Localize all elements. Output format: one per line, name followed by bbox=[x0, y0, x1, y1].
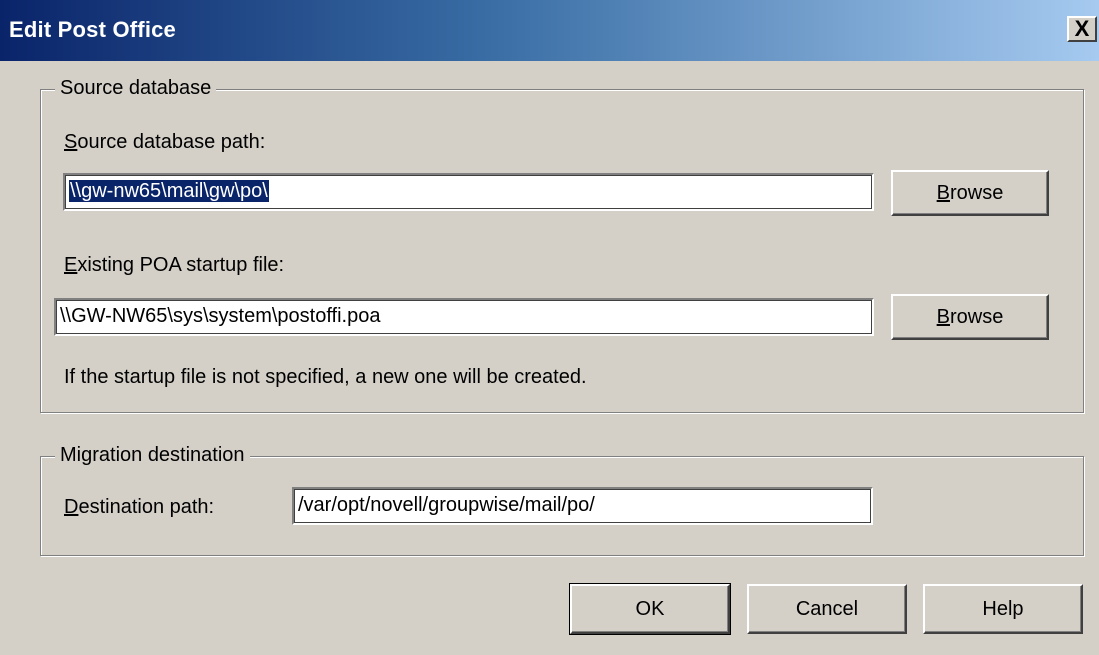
help-button[interactable]: Help bbox=[923, 584, 1083, 634]
destination-path-input[interactable]: /var/opt/novell/groupwise/mail/po/ bbox=[292, 487, 873, 525]
close-button[interactable]: X bbox=[1067, 16, 1097, 42]
source-path-input[interactable]: \\gw-nw65\mail\gw\po\ bbox=[63, 173, 874, 211]
window-title: Edit Post Office bbox=[9, 17, 176, 42]
source-path-value: \\gw-nw65\mail\gw\po\ bbox=[69, 180, 269, 202]
browse-poa-button[interactable]: Browse bbox=[891, 294, 1049, 340]
migration-destination-legend: Migration destination bbox=[55, 444, 250, 467]
source-path-label: Source database path: bbox=[64, 131, 266, 153]
source-database-legend: Source database bbox=[55, 77, 217, 100]
destination-path-value: /var/opt/novell/groupwise/mail/po/ bbox=[298, 494, 595, 516]
startup-file-note: If the startup file is not specified, a … bbox=[64, 366, 587, 388]
poa-startup-input[interactable]: \\GW-NW65\sys\system\postoffi.poa bbox=[54, 298, 874, 336]
cancel-button[interactable]: Cancel bbox=[747, 584, 907, 634]
poa-startup-value: \\GW-NW65\sys\system\postoffi.poa bbox=[60, 305, 381, 327]
browse-source-button[interactable]: Browse bbox=[891, 170, 1049, 216]
destination-path-label: Destination path: bbox=[64, 496, 215, 518]
ok-button[interactable]: OK bbox=[569, 583, 731, 635]
edit-post-office-dialog: Edit Post Office X Source database Sourc… bbox=[0, 0, 1099, 655]
poa-startup-label: Existing POA startup file: bbox=[64, 254, 285, 276]
close-icon: X bbox=[1074, 16, 1090, 41]
title-bar[interactable]: Edit Post Office bbox=[0, 0, 1099, 61]
